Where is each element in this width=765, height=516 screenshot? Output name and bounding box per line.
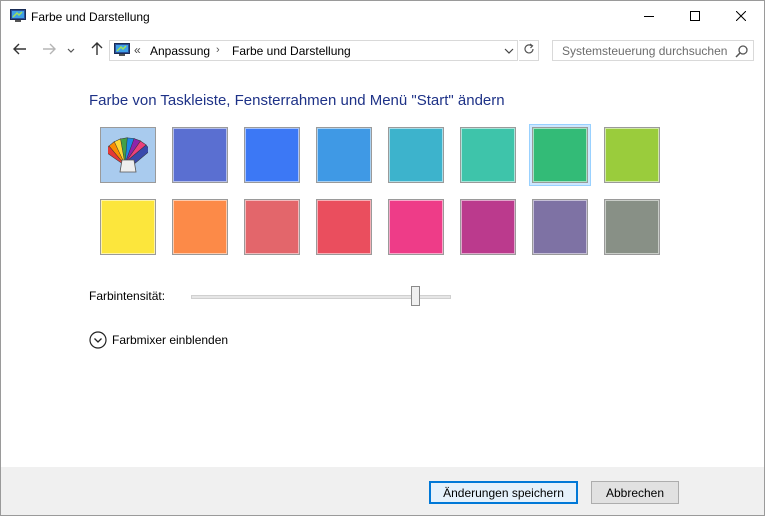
refresh-icon: [523, 43, 535, 58]
swatch-automatic[interactable]: [97, 124, 159, 186]
color-swatch[interactable]: [601, 124, 663, 186]
intensity-label: Farbintensität:: [89, 289, 166, 303]
swatch-inner-border: [461, 200, 515, 254]
swatch-color: [460, 199, 516, 255]
swatch-color: [172, 127, 228, 183]
swatch-color: [604, 127, 660, 183]
swatch-color: [388, 199, 444, 255]
refresh-button[interactable]: [519, 40, 539, 61]
forward-arrow-icon: [42, 43, 56, 58]
breadcrumb-overflow[interactable]: «: [134, 43, 141, 57]
color-swatch[interactable]: [169, 124, 231, 186]
back-arrow-icon: [13, 43, 27, 58]
back-button[interactable]: [10, 40, 30, 60]
navigation-bar: « Anpassung › Farbe und Darstellung Syst…: [1, 34, 764, 68]
color-swatch[interactable]: [601, 196, 663, 258]
swatch-inner-border: [245, 200, 299, 254]
swatch-inner-border: [533, 200, 587, 254]
color-swatch[interactable]: [97, 196, 159, 258]
swatch-inner-border: [317, 200, 371, 254]
swatch-inner-border: [389, 200, 443, 254]
control-panel-icon: [10, 9, 26, 23]
swatch-color: [316, 199, 372, 255]
breadcrumb-farbe-und-darstellung[interactable]: Farbe und Darstellung: [232, 44, 351, 58]
swatch-inner-border: [173, 200, 227, 254]
swatch-color: [244, 127, 300, 183]
cancel-button[interactable]: Abbrechen: [591, 481, 679, 504]
footer-bar: Änderungen speichern Abbrechen: [1, 467, 764, 515]
window-title: Farbe und Darstellung: [31, 10, 150, 24]
color-swatch[interactable]: [313, 124, 375, 186]
swatch-inner-border: [533, 128, 587, 182]
color-swatch[interactable]: [385, 196, 447, 258]
swatch-color: [100, 199, 156, 255]
swatch-inner-border: [605, 128, 659, 182]
swatch-inner-border: [317, 128, 371, 182]
swatch-color: [244, 199, 300, 255]
swatch-color: [532, 199, 588, 255]
recent-locations-button[interactable]: [64, 40, 78, 60]
color-swatch[interactable]: [169, 196, 231, 258]
title-bar: Farbe und Darstellung: [1, 1, 764, 31]
swatch-inner-border: [173, 128, 227, 182]
color-swatch[interactable]: [457, 124, 519, 186]
color-palette-icon: [104, 134, 151, 177]
color-swatch[interactable]: [529, 124, 591, 186]
control-panel-icon: [114, 43, 130, 57]
search-icon[interactable]: [735, 44, 749, 58]
breadcrumb-anpassung[interactable]: Anpassung: [150, 44, 210, 58]
chevron-down-icon: [503, 46, 515, 60]
swatch-color: [460, 127, 516, 183]
address-dropdown-button[interactable]: [503, 45, 515, 57]
swatch-color: [316, 127, 372, 183]
swatch-inner-border: [389, 128, 443, 182]
up-button[interactable]: [87, 40, 107, 60]
address-bar[interactable]: « Anpassung › Farbe und Darstellung: [109, 40, 518, 61]
color-swatch[interactable]: [457, 196, 519, 258]
color-swatch[interactable]: [385, 124, 447, 186]
search-placeholder: Systemsteuerung durchsuchen: [562, 44, 728, 58]
close-button[interactable]: [718, 1, 764, 31]
swatch-color: [172, 199, 228, 255]
color-swatch[interactable]: [241, 124, 303, 186]
chevron-down-icon: [67, 43, 75, 57]
up-arrow-icon: [91, 41, 103, 59]
maximize-button[interactable]: [672, 1, 718, 31]
chevron-down-circle-icon: [89, 331, 107, 349]
swatch-inner-border: [461, 128, 515, 182]
search-input[interactable]: Systemsteuerung durchsuchen: [552, 40, 754, 61]
swatch-color: [388, 127, 444, 183]
color-mixer-label: Farbmixer einblenden: [112, 333, 229, 347]
swatch-inner-border: [605, 200, 659, 254]
color-swatch[interactable]: [529, 196, 591, 258]
swatch-color: [532, 127, 588, 183]
swatch-inner-border: [245, 128, 299, 182]
forward-button[interactable]: [39, 40, 59, 60]
swatch-color: [100, 127, 156, 183]
swatch-inner-border: [101, 200, 155, 254]
window: Farbe und Darstellung « Anpassung › Farb…: [0, 0, 765, 516]
save-changes-button[interactable]: Änderungen speichern: [429, 481, 578, 504]
color-swatch[interactable]: [313, 196, 375, 258]
breadcrumb-separator[interactable]: ›: [216, 44, 220, 56]
swatch-color: [604, 199, 660, 255]
minimize-button[interactable]: [626, 1, 672, 31]
intensity-slider-thumb[interactable]: [410, 286, 420, 306]
page-heading: Farbe von Taskleiste, Fensterrahmen und …: [89, 92, 505, 109]
color-swatch[interactable]: [241, 196, 303, 258]
